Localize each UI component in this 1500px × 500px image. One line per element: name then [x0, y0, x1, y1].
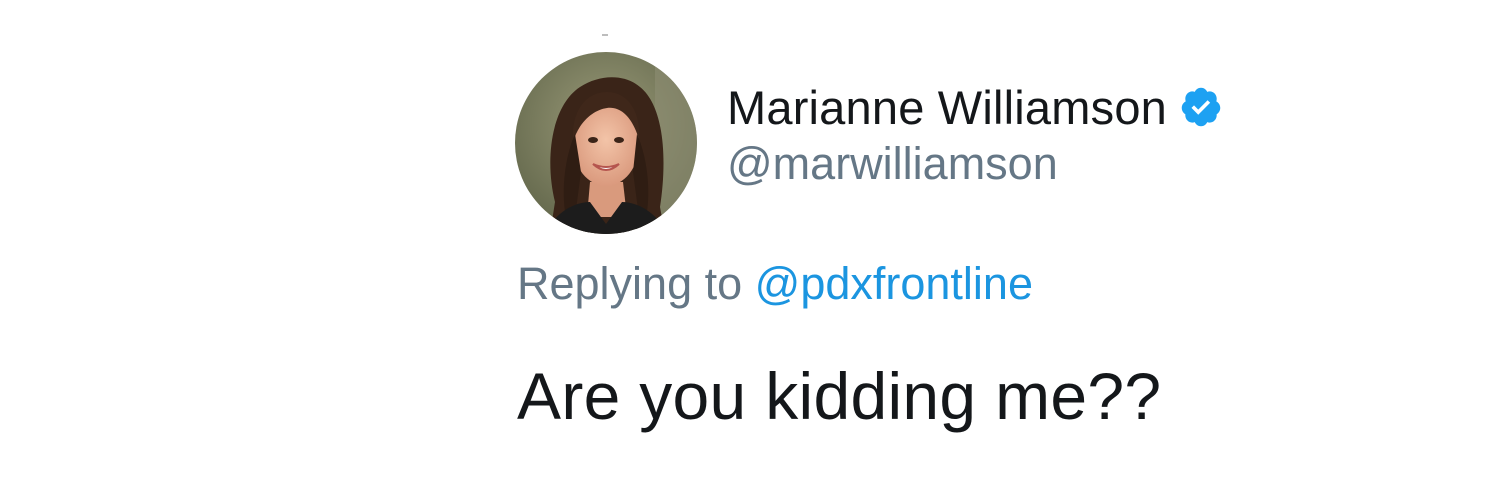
avatar[interactable] [515, 52, 697, 234]
divider-fragment [602, 34, 608, 36]
author-block: Marianne Williamson @marwilliamson [727, 78, 1223, 190]
tweet-card: Marianne Williamson @marwilliamson Reply… [515, 50, 1395, 470]
name-row: Marianne Williamson [727, 78, 1223, 136]
author-display-name[interactable]: Marianne Williamson [727, 80, 1167, 135]
reply-context: Replying to @pdxfrontline [517, 258, 1033, 310]
profile-photo-icon [515, 52, 697, 234]
reply-prefix: Replying to [517, 258, 755, 309]
verified-badge-icon [1179, 85, 1223, 129]
tweet-text: Are you kidding me?? [517, 359, 1162, 433]
reply-target-link[interactable]: @pdxfrontline [755, 258, 1033, 309]
author-handle[interactable]: @marwilliamson [727, 138, 1223, 190]
